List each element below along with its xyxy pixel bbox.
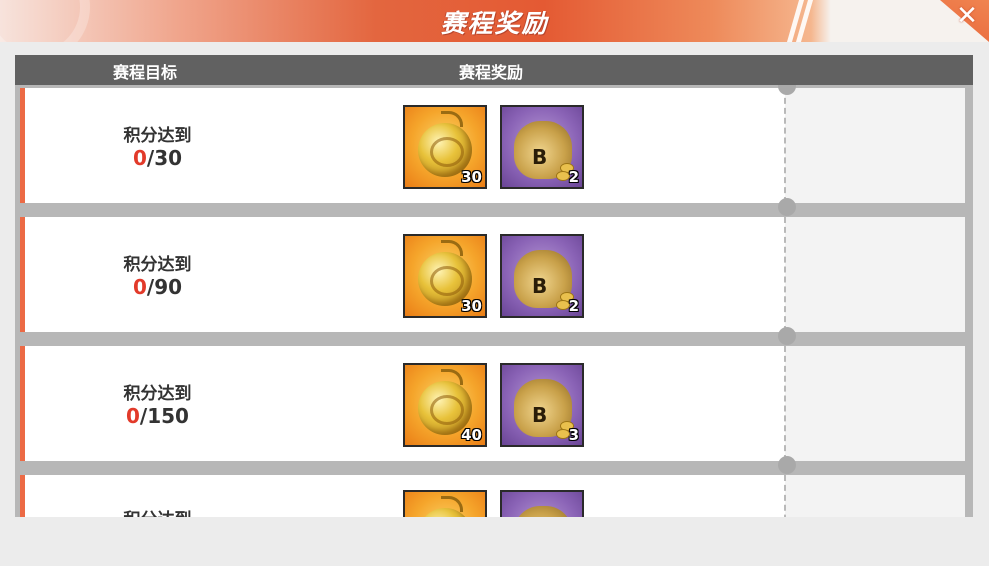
page-title: 赛程奖励 bbox=[440, 9, 549, 38]
goal-label: 积分达到 bbox=[110, 505, 205, 517]
row-accent bbox=[20, 217, 25, 332]
column-header-goal: 赛程目标 bbox=[113, 63, 178, 82]
item-count: 30 bbox=[461, 297, 482, 315]
progress-target: /90 bbox=[146, 275, 183, 299]
row-accent bbox=[20, 346, 25, 461]
bag-mark-icon: B bbox=[532, 274, 548, 298]
item-count: 2 bbox=[568, 297, 579, 315]
goal-label: 积分达到 bbox=[123, 384, 192, 404]
goal-progress: 0/30 bbox=[110, 146, 205, 170]
reward-row: 积分达到 0/90 30 B 2 bbox=[20, 217, 965, 332]
goal-progress: 0/90 bbox=[110, 275, 205, 299]
row-accent bbox=[20, 475, 25, 517]
column-header-reward: 赛程奖励 bbox=[459, 63, 524, 82]
title-bar: 赛程奖励 ✕ bbox=[0, 0, 989, 42]
goal-label: 积分达到 bbox=[123, 126, 192, 146]
claim-panel bbox=[785, 346, 965, 461]
bag-mark-icon: B bbox=[532, 145, 548, 169]
reward-item-bag[interactable]: B 2 bbox=[500, 105, 584, 189]
reward-item-bag[interactable] bbox=[500, 490, 584, 517]
reward-row: 积分达到 bbox=[20, 475, 965, 517]
item-count: 40 bbox=[461, 426, 482, 444]
close-icon[interactable]: ✕ bbox=[953, 2, 981, 30]
progress-current: 0 bbox=[132, 275, 147, 299]
claim-panel bbox=[785, 217, 965, 332]
bag-mark-icon: B bbox=[532, 403, 548, 427]
divider bbox=[784, 88, 786, 203]
reward-item-bag[interactable]: B 3 bbox=[500, 363, 584, 447]
reward-row: 积分达到 0/150 40 B 3 bbox=[20, 346, 965, 461]
devil-fruit-icon bbox=[418, 508, 472, 517]
reward-item-fruit[interactable] bbox=[403, 490, 487, 517]
progress-current: 0 bbox=[126, 404, 140, 428]
reward-row: 积分达到 0/30 30 B 2 bbox=[20, 88, 965, 203]
claim-panel bbox=[785, 475, 965, 517]
divider bbox=[784, 217, 786, 332]
row-notch bbox=[778, 198, 796, 216]
progress-current: 0 bbox=[132, 146, 147, 170]
progress-target: /30 bbox=[146, 146, 183, 170]
divider bbox=[784, 475, 786, 517]
row-notch bbox=[778, 456, 796, 474]
goal-label: 积分达到 bbox=[123, 255, 192, 275]
divider bbox=[784, 346, 786, 461]
progress-target: /150 bbox=[139, 404, 189, 428]
reward-item-fruit[interactable]: 30 bbox=[403, 234, 487, 318]
coin-bag-icon bbox=[514, 506, 572, 517]
row-accent bbox=[20, 88, 25, 203]
reward-list[interactable]: 积分达到 0/30 30 B 2 积分达到 0/90 30 B 2 积分达到 0… bbox=[15, 85, 973, 517]
row-notch bbox=[778, 327, 796, 345]
reward-item-fruit[interactable]: 30 bbox=[403, 105, 487, 189]
goal-progress: 0/150 bbox=[110, 404, 205, 428]
claim-panel bbox=[785, 88, 965, 203]
item-count: 3 bbox=[568, 426, 579, 444]
reward-item-fruit[interactable]: 40 bbox=[403, 363, 487, 447]
item-count: 2 bbox=[568, 168, 579, 186]
item-count: 30 bbox=[461, 168, 482, 186]
column-header: 赛程目标 赛程奖励 bbox=[15, 55, 973, 85]
reward-item-bag[interactable]: B 2 bbox=[500, 234, 584, 318]
